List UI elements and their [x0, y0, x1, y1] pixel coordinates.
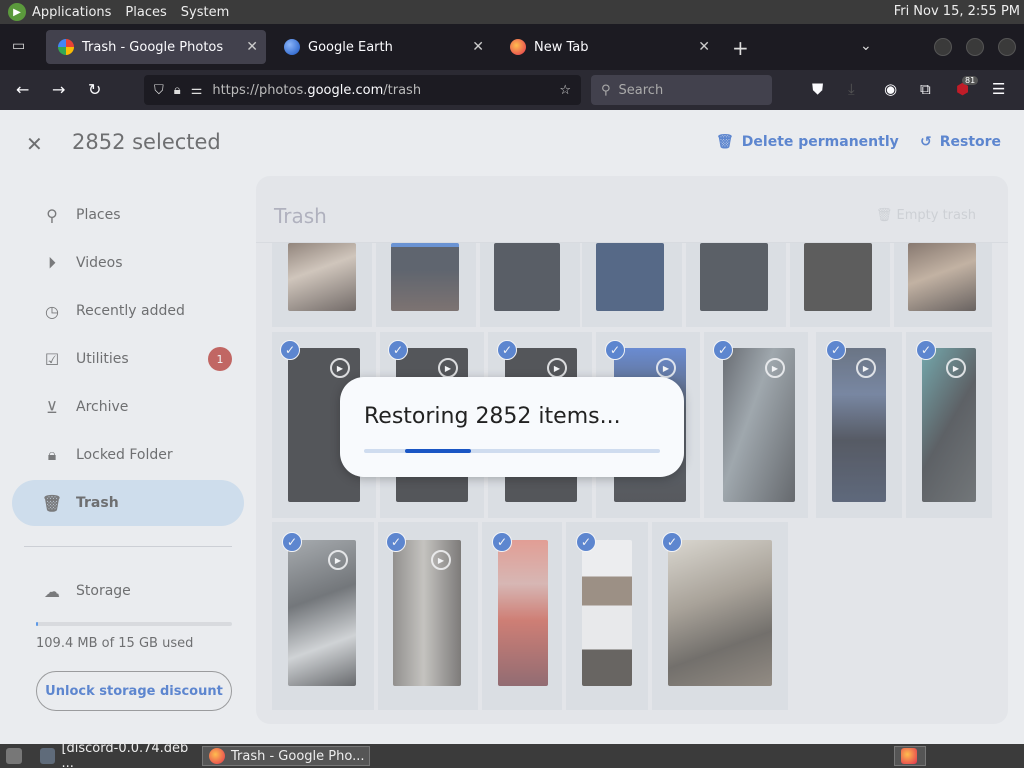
bookmark-star-icon[interactable]: ☆	[559, 83, 571, 98]
system-menu[interactable]: System	[181, 5, 229, 20]
lock-icon[interactable]: 🔒︎	[174, 83, 181, 98]
url-text[interactable]: https://photos.google.com/trash	[212, 83, 421, 98]
restore-progress-track	[364, 449, 660, 453]
ublock-count-badge: 81	[962, 76, 979, 85]
close-window-button[interactable]	[998, 38, 1016, 56]
search-input[interactable]: ⚲ Search	[591, 75, 772, 105]
tab-title: Trash - Google Photos	[82, 39, 224, 55]
downloads-icon[interactable]: ⤓	[848, 80, 855, 98]
firefox-favicon-icon	[510, 39, 526, 55]
restoring-status-text: Restoring 2852 items...	[364, 404, 621, 429]
bottom-taskbar: [discord-0.0.74.deb ... Trash - Google P…	[0, 741, 1024, 768]
navigation-toolbar: ← → ↻ ⛉ 🔒︎ ⚌ https://photos.google.com/t…	[0, 70, 1024, 110]
close-tab-icon[interactable]: ✕	[472, 39, 484, 55]
clock[interactable]: Fri Nov 15, 2:55 PM	[894, 4, 1020, 19]
extensions-icon[interactable]: ⧉	[920, 80, 931, 98]
search-placeholder: Search	[618, 82, 664, 98]
pocket-icon[interactable]: ⛊	[812, 80, 823, 98]
back-arrow-icon[interactable]: ←	[16, 80, 29, 99]
account-icon[interactable]: ◉	[884, 80, 897, 98]
taskbar-item-trash-google-photos[interactable]: Trash - Google Pho...	[202, 746, 370, 766]
applications-menu[interactable]: Applications	[32, 5, 111, 20]
tab-title: New Tab	[534, 39, 589, 55]
close-tab-icon[interactable]: ✕	[246, 39, 258, 55]
restoring-dialog: Restoring 2852 items...	[340, 377, 684, 477]
tab-overflow-chevron-icon[interactable]: ⌄	[860, 38, 872, 54]
system-logo-icon[interactable]: ▶	[8, 3, 26, 21]
firefox-icon	[209, 748, 225, 764]
workspace-switcher[interactable]	[894, 746, 926, 766]
minimize-window-button[interactable]	[934, 38, 952, 56]
tab-title: Google Earth	[308, 39, 393, 55]
reload-icon[interactable]: ↻	[88, 80, 101, 99]
file-manager-icon	[40, 748, 56, 764]
forward-arrow-icon[interactable]: →	[52, 80, 65, 99]
search-icon: ⚲	[601, 82, 611, 98]
tracking-protection-shield-icon[interactable]: ⛉	[154, 83, 164, 98]
tab-trash-google-photos[interactable]: Trash - Google Photos ✕	[46, 30, 266, 64]
tab-new-tab[interactable]: New Tab ✕	[498, 30, 718, 64]
maximize-window-button[interactable]	[966, 38, 984, 56]
restore-progress-fill	[405, 449, 471, 453]
list-all-tabs-icon[interactable]: ▭	[12, 38, 25, 54]
tab-strip: ▭ Trash - Google Photos ✕ Google Earth ✕…	[0, 24, 1024, 70]
taskbar-item-discord-deb[interactable]: [discord-0.0.74.deb ...	[34, 741, 200, 768]
places-menu[interactable]: Places	[125, 5, 166, 20]
google-earth-favicon-icon	[284, 39, 300, 55]
new-tab-button[interactable]: +	[732, 36, 749, 60]
close-tab-icon[interactable]: ✕	[698, 39, 710, 55]
show-desktop-icon[interactable]	[0, 746, 30, 766]
tab-google-earth[interactable]: Google Earth ✕	[272, 30, 492, 64]
permissions-icon[interactable]: ⚌	[191, 83, 203, 98]
google-photos-favicon-icon	[58, 39, 74, 55]
url-bar[interactable]: ⛉ 🔒︎ ⚌ https://photos.google.com/trash ☆	[144, 75, 581, 105]
system-top-bar: ▶ Applications Places System Fri Nov 15,…	[0, 0, 1024, 24]
menu-hamburger-icon[interactable]: ☰	[992, 80, 1005, 98]
